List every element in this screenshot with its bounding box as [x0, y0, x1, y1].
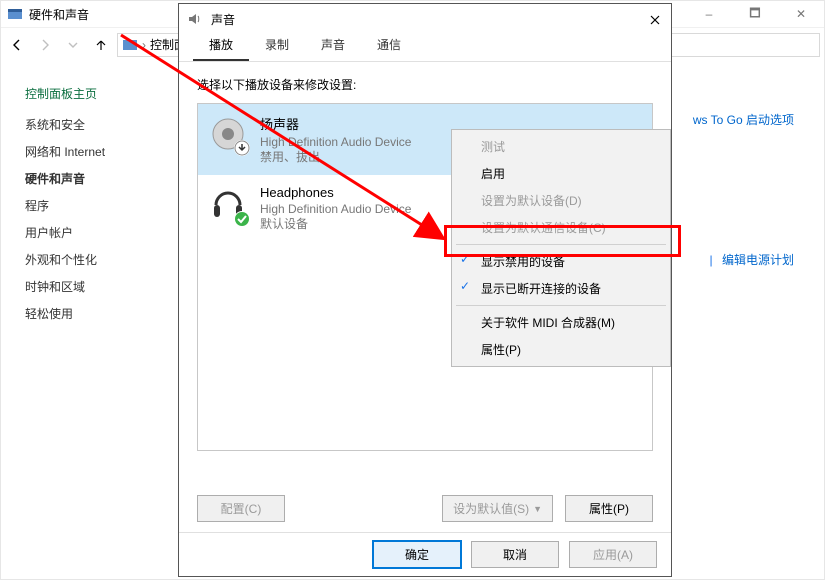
control-panel-icon [122, 37, 138, 53]
sidebar-item[interactable]: 系统和安全 [25, 116, 161, 133]
sidebar-item[interactable]: 程序 [25, 197, 161, 214]
apply-button[interactable]: 应用(A) [569, 541, 657, 568]
sidebar-item[interactable]: 用户帐户 [25, 224, 161, 241]
context-menu-item[interactable]: 属性(P) [455, 336, 667, 363]
context-menu-item: 设置为默认通信设备(C) [455, 214, 667, 241]
set-default-button[interactable]: 设为默认值(S)▼ [442, 495, 553, 522]
menu-label: 关于软件 MIDI 合成器(M) [481, 316, 615, 330]
device-desc: High Definition Audio Device [260, 135, 411, 150]
context-menu: 测试启用设置为默认设备(D) 设置为默认通信设备(C) ✓ 显示禁用的设备 ✓ 显示已断开… [451, 129, 671, 367]
tab-3[interactable]: 通信 [361, 30, 417, 61]
tab-0[interactable]: 播放 [193, 30, 249, 61]
dialog-tabs: 播放录制声音通信 [179, 34, 671, 62]
control-panel-icon [7, 6, 23, 22]
chevron-down-icon: ▼ [533, 504, 542, 514]
tab-1[interactable]: 录制 [249, 30, 305, 61]
minimize-button[interactable]: – [686, 1, 732, 27]
sidebar-item[interactable]: 轻松使用 [25, 305, 161, 322]
check-icon: ✓ [460, 252, 470, 266]
configure-button[interactable]: 配置(C) [197, 495, 285, 522]
close-button[interactable]: ✕ [778, 1, 824, 27]
content-link-row: | 编辑电源计划 [704, 251, 794, 268]
check-icon: ✓ [460, 279, 470, 293]
window-title: 硬件和声音 [29, 6, 89, 23]
separator-icon: | [704, 253, 719, 267]
forward-button[interactable] [33, 33, 57, 57]
menu-label: 测试 [481, 140, 505, 154]
headphones-icon [208, 185, 248, 225]
sidebar-item[interactable]: 网络和 Internet [25, 143, 161, 160]
context-menu-item[interactable]: ✓ 显示禁用的设备 [455, 248, 667, 275]
properties-button[interactable]: 属性(P) [565, 495, 653, 522]
content-link[interactable]: 编辑电源计划 [722, 253, 794, 267]
sidebar-item[interactable]: 硬件和声音 [25, 170, 161, 187]
context-menu-item[interactable]: ✓ 显示已断开连接的设备 [455, 275, 667, 302]
sidebar-heading[interactable]: 控制面板主页 [25, 85, 161, 102]
menu-label: 显示禁用的设备 [481, 255, 565, 269]
cancel-button[interactable]: 取消 [471, 541, 559, 568]
dialog-footer: 配置(C) 设为默认值(S)▼ 属性(P) 确定 取消 应用(A) [179, 485, 671, 576]
speaker-device-icon [208, 114, 248, 154]
menu-label: 设置为默认通信设备(C) [481, 221, 606, 235]
menu-separator [456, 244, 666, 245]
control-panel-window: 硬件和声音 – 🗖 ✕ › 控制面 控制面板主页 系统和安全网络和 Intern… [0, 0, 825, 580]
menu-label: 属性(P) [481, 343, 521, 357]
context-menu-item[interactable]: 启用 [455, 160, 667, 187]
dialog-close-button[interactable] [645, 10, 665, 30]
recent-dropdown[interactable] [61, 33, 85, 57]
menu-separator [456, 305, 666, 306]
speaker-icon [187, 11, 203, 27]
maximize-button[interactable]: 🗖 [732, 1, 778, 27]
content-link[interactable]: ws To Go 启动选项 [693, 111, 794, 128]
device-desc: High Definition Audio Device [260, 202, 411, 217]
sidebar: 控制面板主页 系统和安全网络和 Internet 硬件和声音程序用户帐户外观和个性… [1, 61, 171, 579]
device-status: 默认设备 [260, 217, 411, 232]
sidebar-item[interactable]: 时钟和区域 [25, 278, 161, 295]
device-name: 扬声器 [260, 114, 411, 133]
context-menu-item: 设置为默认设备(D) [455, 187, 667, 214]
tab-2[interactable]: 声音 [305, 30, 361, 61]
menu-label: 设置为默认设备(D) [481, 194, 582, 208]
window-controls: – 🗖 ✕ [686, 1, 824, 27]
up-button[interactable] [89, 33, 113, 57]
back-button[interactable] [5, 33, 29, 57]
device-name: Headphones [260, 185, 411, 200]
menu-label: 启用 [481, 167, 505, 181]
device-status: 禁用、拔出 [260, 150, 411, 165]
context-menu-item[interactable]: 关于软件 MIDI 合成器(M) [455, 309, 667, 336]
instruction-text: 选择以下播放设备来修改设置: [197, 76, 653, 93]
ok-button[interactable]: 确定 [373, 541, 461, 568]
context-menu-item: 测试 [455, 133, 667, 160]
dialog-title: 声音 [211, 11, 235, 28]
menu-label: 显示已断开连接的设备 [481, 282, 601, 296]
sidebar-item[interactable]: 外观和个性化 [25, 251, 161, 268]
